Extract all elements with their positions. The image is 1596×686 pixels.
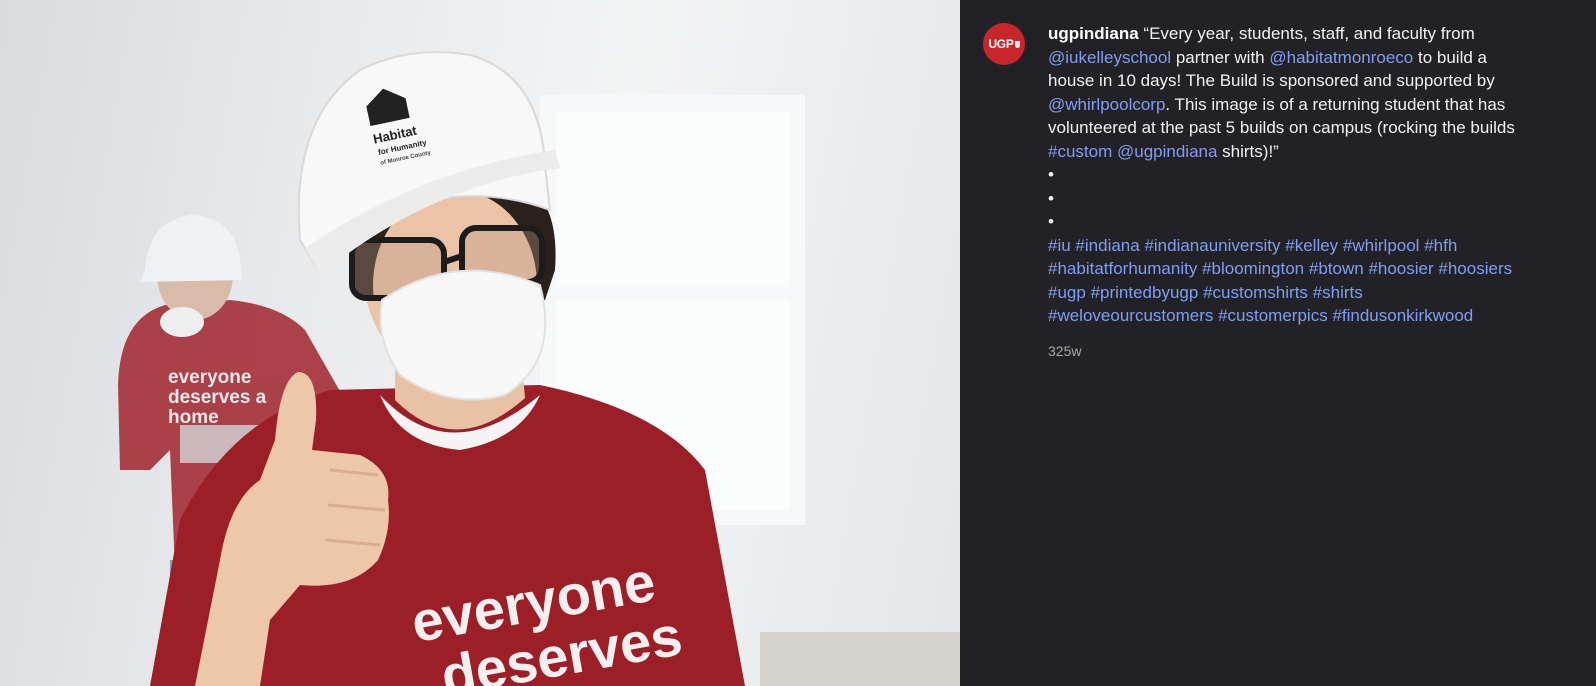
hashtag-link[interactable]: #hoosier [1368,259,1433,278]
hashtag-link[interactable]: #customerpics [1218,306,1328,325]
caption-text: volunteered at the past 5 builds on camp… [1048,118,1515,137]
hashtag-link[interactable]: #findusonkirkwood [1332,306,1473,325]
hashtag-link[interactable]: #hfh [1424,236,1457,255]
hashtag-link[interactable]: #weloveourcustomers [1048,306,1213,325]
hashtag-link[interactable]: #ugp [1048,283,1086,302]
hashtag-link[interactable]: #shirts [1313,283,1363,302]
bg-shirt-text: home [168,407,219,428]
post-caption: ugpindiana “Every year, students, staff,… [1048,22,1568,363]
hashtag-line: #ugp #printedbyugp #customshirts #shirts [1048,281,1568,305]
caption-line: ugpindiana “Every year, students, staff,… [1048,22,1568,46]
caption-bullet: • [1048,165,1054,184]
hashtag-link[interactable]: #customshirts [1203,283,1308,302]
hashtag-list: #iu #indiana #indianauniversity #kelley … [1048,234,1568,328]
caption-line: @iukelleyschool partner with @habitatmon… [1048,46,1568,70]
hashtag-link[interactable]: #printedbyugp [1091,283,1199,302]
caption-line: house in 10 days! The Build is sponsored… [1048,69,1568,93]
hashtag-line: #iu #indiana #indianauniversity #kelley … [1048,234,1568,258]
post-photo[interactable]: everyone deserves a home Habitat for Hum… [0,0,960,686]
avatar[interactable]: UGP [983,23,1025,65]
caption-text: . This image is of a returning student t… [1165,94,1506,114]
caption-line: #custom @ugpindiana shirts)!” [1048,140,1568,164]
hashtag-link[interactable]: #btown [1309,259,1364,278]
avatar-text: UGP [988,37,1014,51]
mention-link[interactable]: @habitatmonroeco [1269,48,1413,67]
caption-bullet: • [1048,188,1054,208]
hashtag-link[interactable]: #indiana [1075,236,1139,255]
hashtag-line: #weloveourcustomers #customerpics #findu… [1048,304,1568,328]
bg-shirt-text: everyone [168,367,251,388]
mention-link[interactable]: @ugpindiana [1117,142,1217,161]
photo-illustration: everyone deserves a home Habitat for Hum… [118,51,960,686]
floor [760,632,960,686]
hashtag-line: #habitatforhumanity #bloomington #btown … [1048,257,1568,281]
caption-text: house in 10 days! The Build is sponsored… [1048,71,1495,90]
caption-text: to build a [1413,47,1487,67]
hashtag-link[interactable]: #iu [1048,236,1071,255]
username-link[interactable]: ugpindiana [1048,24,1139,43]
caption-text: partner with [1171,47,1270,67]
hashtag-link[interactable]: #hoosiers [1438,259,1512,278]
hashtag-link[interactable]: #kelley [1285,236,1338,255]
caption-bullets: • • • [1048,163,1568,234]
hashtag-link[interactable]: #custom [1048,142,1112,161]
post-timestamp[interactable]: 325w [1048,340,1568,364]
mention-link[interactable]: @whirlpoolcorp [1048,95,1165,114]
window-pane [556,112,790,287]
mention-link[interactable]: @iukelleyschool [1048,48,1171,67]
caption-line: @whirlpoolcorp. This image is of a retur… [1048,93,1568,117]
caption-text: shirts)!” [1217,141,1279,161]
hashtag-link[interactable]: #indianauniversity [1144,236,1280,255]
hashtag-link[interactable]: #bloomington [1202,259,1304,278]
caption-line: volunteered at the past 5 builds on camp… [1048,116,1568,140]
hashtag-link[interactable]: #habitatforhumanity [1048,259,1197,278]
shield-icon [1014,40,1020,48]
caption-body: ugpindiana “Every year, students, staff,… [1048,22,1568,163]
caption-panel: UGP ugpindiana “Every year, students, st… [960,0,1596,686]
caption-text: “Every year, students, staff, and facult… [1143,24,1475,43]
hashtag-link[interactable]: #whirlpool [1343,236,1420,255]
caption-bullet: • [1048,212,1054,231]
bg-shirt-text: deserves a [168,387,267,408]
